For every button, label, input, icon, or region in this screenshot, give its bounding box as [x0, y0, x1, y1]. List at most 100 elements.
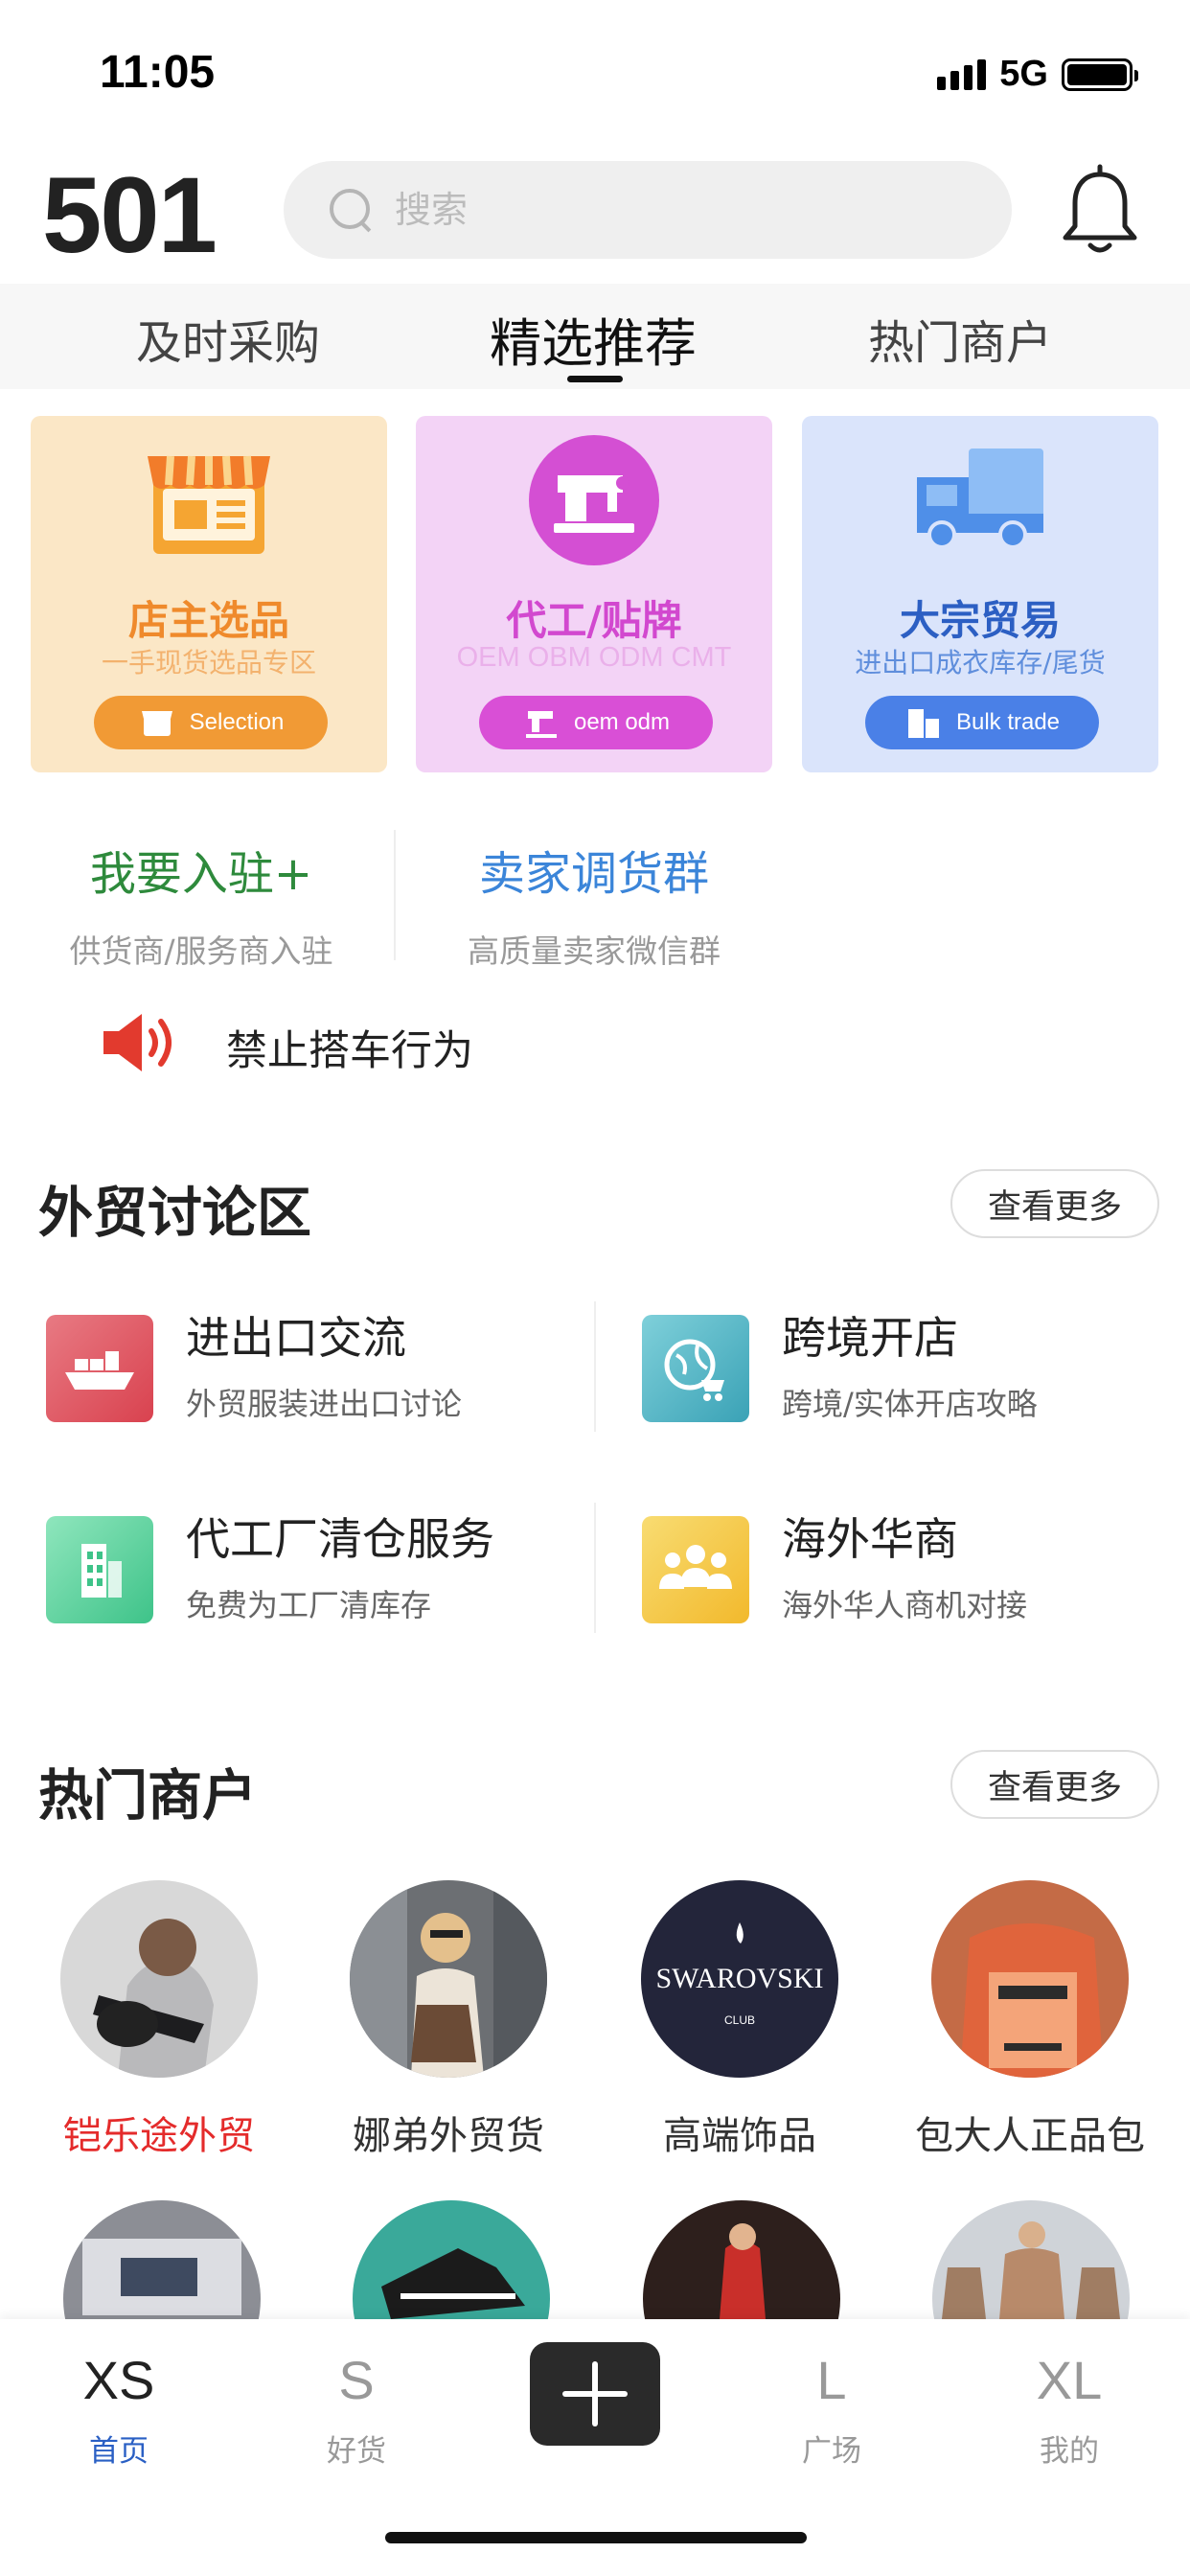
nav-size-label: XL [1036, 2350, 1103, 2410]
forum-item-title: 进出口交流 [186, 1312, 406, 1364]
sewing-machine-icon [525, 711, 557, 738]
search-input[interactable] [395, 189, 970, 231]
top-tabs: 及时采购 精选推荐 热门商户 [0, 284, 1190, 389]
active-tab-indicator [567, 376, 623, 382]
merchant-avatar [350, 1880, 547, 2078]
merchant-avatar[interactable] [353, 2200, 550, 2319]
bell-icon[interactable] [1054, 163, 1146, 259]
sewing-machine-icon [529, 435, 659, 565]
shop-icon [141, 711, 172, 736]
avatar-brand-sub: CLUB [724, 2013, 755, 2027]
nav-square[interactable]: L 广场 [736, 2346, 927, 2470]
selection-button[interactable]: Selection [94, 696, 328, 749]
nav-goods[interactable]: S 好货 [261, 2346, 452, 2470]
tab-hot-merchants[interactable]: 热门商户 [868, 305, 1052, 372]
people-icon [642, 1516, 749, 1623]
merchant-avatar[interactable] [63, 2200, 261, 2319]
battery-icon [1062, 58, 1138, 91]
forum-item-subtitle: 跨境/实体开店攻略 [782, 1386, 1038, 1422]
group-title: 卖家调货群 [478, 847, 709, 901]
card-subtitle: 一手现货选品专区 [101, 647, 316, 678]
merchants-more-button[interactable]: 查看更多 [950, 1750, 1159, 1819]
merchant-item[interactable]: 包大人正品包 [891, 1880, 1169, 2160]
search-bar[interactable] [284, 161, 1012, 259]
merchant-avatar [60, 1880, 258, 2078]
merchant-avatar[interactable] [932, 2200, 1130, 2319]
forum-item-cross-border[interactable]: 跨境开店 跨境/实体开店攻略 [642, 1303, 1179, 1428]
add-post-button[interactable] [530, 2342, 660, 2446]
tab-purchase[interactable]: 及时采购 [136, 305, 320, 372]
merchant-name: 娜弟外贸货 [353, 2114, 544, 2158]
card-title: 店主选品 [127, 597, 289, 644]
merchant-name: 包大人正品包 [915, 2114, 1145, 2158]
join-title: 我要入驻+ [89, 847, 313, 901]
status-bar: 11:05 5G [0, 0, 1190, 144]
merchant-item[interactable]: 铠乐途外贸 [20, 1880, 298, 2160]
category-card-bulk-trade[interactable]: 大宗贸易 进出口成衣库存/尾货 Bulk trade [802, 416, 1158, 772]
shop-icon [148, 455, 270, 554]
avatar-brand-text: SWAROVSKI [655, 1963, 823, 1994]
merchant-item[interactable]: 娜弟外贸货 [309, 1880, 587, 2160]
card-title: 代工/贴牌 [506, 597, 682, 644]
status-time: 11:05 [100, 47, 216, 98]
nav-label: 好货 [327, 2434, 386, 2469]
join-subtitle: 供货商/服务商入驻 [69, 932, 333, 970]
group-subtitle: 高质量卖家微信群 [468, 932, 721, 970]
tab-recommended[interactable]: 精选推荐 [490, 301, 697, 377]
nav-label: 广场 [802, 2434, 861, 2469]
cargo-ship-icon [46, 1315, 153, 1422]
merchant-item[interactable]: SWAROVSKI CLUB 高端饰品 [601, 1880, 879, 2160]
notice-text[interactable]: 禁止搭车行为 [226, 1018, 473, 1077]
card-subtitle: 进出口成衣库存/尾货 [855, 647, 1106, 678]
merchant-avatar [931, 1880, 1129, 2078]
merchant-name: 铠乐途外贸 [63, 2114, 255, 2158]
category-card-oem[interactable]: 代工/贴牌 OEM OBM ODM CMT oem odm [416, 416, 772, 772]
globe-cart-icon [642, 1315, 749, 1422]
divider [594, 1301, 596, 1432]
building-icon [907, 709, 939, 738]
nav-label: 我的 [1040, 2434, 1099, 2469]
merchant-avatar: SWAROVSKI CLUB [641, 1880, 838, 2078]
app-logo: 501 [42, 155, 217, 275]
nav-profile[interactable]: XL 我的 [973, 2346, 1165, 2470]
building-icon [46, 1516, 153, 1623]
divider [594, 1503, 596, 1633]
divider [394, 830, 396, 960]
forum-item-subtitle: 外贸服装进出口讨论 [186, 1386, 463, 1422]
forum-item-overseas-chinese[interactable]: 海外华商 海外华人商机对接 [642, 1505, 1179, 1629]
forum-item-title: 代工厂清仓服务 [186, 1513, 494, 1565]
forum-item-title: 跨境开店 [782, 1312, 958, 1364]
nav-size-label: L [816, 2350, 847, 2410]
oem-odm-button[interactable]: oem odm [479, 696, 713, 749]
nav-label: 首页 [89, 2434, 149, 2469]
bulk-trade-button[interactable]: Bulk trade [865, 696, 1099, 749]
category-card-selection[interactable]: 店主选品 一手现货选品专区 Selection [31, 416, 387, 772]
speaker-icon [103, 1014, 172, 1071]
home-indicator [385, 2532, 807, 2543]
signal-icon [937, 58, 987, 90]
merchant-avatar[interactable] [643, 2200, 840, 2319]
forum-section-title: 外贸讨论区 [38, 1182, 311, 1245]
merchant-name: 高端饰品 [663, 2114, 816, 2158]
search-icon [328, 187, 374, 233]
forum-item-subtitle: 免费为工厂清库存 [186, 1587, 432, 1623]
network-label: 5G [999, 54, 1048, 94]
forum-more-button[interactable]: 查看更多 [950, 1169, 1159, 1238]
truck-icon [917, 448, 1043, 549]
join-as-supplier[interactable]: 我要入驻+ 供货商/服务商入驻 [38, 836, 364, 972]
seller-group[interactable]: 卖家调货群 高质量卖家微信群 [441, 836, 747, 972]
forum-item-factory-clearance[interactable]: 代工厂清仓服务 免费为工厂清库存 [46, 1505, 583, 1629]
card-subtitle: OEM OBM ODM CMT [456, 642, 732, 673]
pill-label: Bulk trade [955, 709, 1061, 735]
pill-label: oem odm [573, 709, 671, 735]
nav-size-label: XS [82, 2350, 155, 2410]
pill-label: Selection [189, 709, 285, 735]
forum-item-subtitle: 海外华人商机对接 [782, 1587, 1028, 1623]
forum-item-import-export[interactable]: 进出口交流 外贸服装进出口讨论 [46, 1303, 583, 1428]
nav-home[interactable]: XS 首页 [23, 2346, 215, 2470]
merchants-section-title: 热门商户 [38, 1764, 257, 1828]
forum-item-title: 海外华商 [782, 1513, 958, 1565]
nav-size-label: S [338, 2350, 375, 2410]
status-indicators: 5G [937, 54, 1138, 95]
card-title: 大宗贸易 [899, 597, 1061, 644]
